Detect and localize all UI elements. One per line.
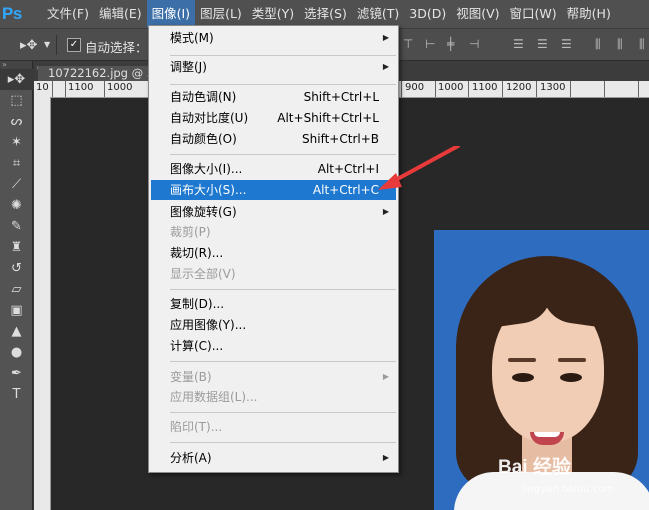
magic-wand-icon[interactable]: ✶	[0, 132, 33, 153]
tool-preset-dropdown-icon[interactable]: ▼	[44, 40, 50, 49]
auto-select-checkbox[interactable]: ✓	[67, 38, 81, 52]
menu-item-auto-contrast[interactable]: 自动对比度(U) Alt+Shift+Ctrl+L	[151, 108, 396, 128]
menu-item-mode[interactable]: 模式(M) ▶	[151, 28, 396, 48]
ruler-label: 1000	[107, 82, 133, 93]
vertical-ruler	[34, 97, 51, 510]
menu-item-analysis[interactable]: 分析(A) ▶	[151, 448, 396, 468]
menu-item-apply-image[interactable]: 应用图像(Y)...	[151, 315, 396, 335]
ruler-label: 900	[405, 82, 425, 93]
dodge-tool-icon[interactable]: ●	[0, 342, 33, 363]
menu-view[interactable]: 视图(V)	[451, 0, 504, 28]
distribute-bottom-icon[interactable]: ☰	[561, 37, 575, 51]
menu-layer[interactable]: 图层(L)	[195, 0, 247, 28]
photo-eye-left	[512, 373, 534, 382]
photo-eye-right	[560, 373, 582, 382]
options-divider	[56, 35, 57, 55]
menu-window[interactable]: 窗口(W)	[505, 0, 562, 28]
lasso-tool-icon[interactable]: ᔕ	[0, 111, 33, 132]
distribute-top-icon[interactable]: ☰	[513, 37, 527, 51]
tools-panel: » ▸✥ ⬚ ᔕ ✶ ⌗ ⟋ ✺ ✎ ♜ ↺ ▱ ▣ ▲ ● ✒ T	[0, 61, 33, 510]
menu-divider	[170, 412, 396, 413]
clone-stamp-icon[interactable]: ♜	[0, 237, 33, 258]
baidu-watermark-url: jingyan.baidu.com	[522, 484, 615, 495]
menu-divider	[170, 361, 396, 362]
menu-select[interactable]: 选择(S)	[299, 0, 352, 28]
baidu-watermark: Bai 经验	[498, 457, 571, 478]
ruler-label: 10	[36, 82, 49, 93]
auto-select-label: 自动选择：	[85, 40, 148, 55]
menu-item-canvas-size[interactable]: 画布大小(S)... Alt+Ctrl+C	[151, 180, 396, 200]
type-tool-icon[interactable]: T	[0, 384, 33, 405]
menu-filter[interactable]: 滤镜(T)	[352, 0, 404, 28]
photo-brow-left	[508, 358, 536, 362]
menu-divider	[170, 84, 396, 85]
image-menu-dropdown: 模式(M) ▶ 调整(J) ▶ 自动色调(N) Shift+Ctrl+L 自动对…	[148, 25, 399, 473]
submenu-arrow-icon: ▶	[382, 207, 389, 216]
menu-divider	[170, 289, 396, 290]
menu-item-calculations[interactable]: 计算(C)...	[151, 336, 396, 356]
history-brush-icon[interactable]: ↺	[0, 258, 33, 279]
submenu-arrow-icon: ▶	[382, 453, 389, 462]
marquee-tool-icon[interactable]: ⬚	[0, 90, 33, 111]
menu-item-image-rotation[interactable]: 图像旋转(G) ▶	[151, 202, 396, 222]
menu-bar: Ps 文件(F) 编辑(E) 图像(I) 图层(L) 类型(Y) 选择(S) 滤…	[0, 0, 649, 28]
align-top-icon[interactable]: ⊤	[403, 37, 417, 51]
distribute-left-icon[interactable]: ⫼	[595, 37, 609, 51]
menu-item-trap: 陷印(T)...	[170, 420, 223, 434]
menu-help[interactable]: 帮助(H)	[562, 0, 616, 28]
photo-brow-right	[558, 358, 586, 362]
blur-tool-icon[interactable]: ▲	[0, 321, 33, 342]
document-tab[interactable]: 10722162.jpg @ 3	[38, 66, 160, 81]
move-tool-icon[interactable]: ▸✥	[0, 69, 33, 90]
ruler-label: 1300	[540, 82, 566, 93]
submenu-arrow-icon: ▶	[382, 372, 389, 381]
menu-image[interactable]: 图像(I)	[146, 0, 196, 28]
ruler-label: 1200	[506, 82, 532, 93]
menu-file[interactable]: 文件(F)	[42, 0, 94, 28]
menu-item-auto-color[interactable]: 自动颜色(O) Shift+Ctrl+B	[151, 129, 396, 149]
menu-item-adjustments[interactable]: 调整(J) ▶	[151, 57, 396, 77]
menu-divider	[170, 154, 396, 155]
gradient-tool-icon[interactable]: ▣	[0, 300, 33, 321]
menu-divider	[170, 55, 396, 56]
menu-item-apply-data-set: 应用数据组(L)...	[170, 390, 258, 404]
menu-item-auto-tone[interactable]: 自动色调(N) Shift+Ctrl+L	[151, 87, 396, 107]
red-annotation-arrow-icon	[378, 146, 460, 190]
eraser-icon[interactable]: ▱	[0, 279, 33, 300]
move-tool-icon[interactable]: ▸✥	[20, 38, 37, 53]
menu-item-crop: 裁剪(P)	[170, 225, 211, 239]
photo-teeth	[534, 432, 560, 437]
brush-tool-icon[interactable]: ✎	[0, 216, 33, 237]
eyedropper-icon[interactable]: ⟋	[0, 174, 33, 195]
menu-type[interactable]: 类型(Y)	[247, 0, 299, 28]
menu-item-reveal-all: 显示全部(V)	[170, 267, 236, 281]
align-left-icon[interactable]: ⊢	[425, 37, 439, 51]
menu-item-trim[interactable]: 裁切(R)...	[151, 243, 396, 263]
distribute-middle-icon[interactable]: ☰	[537, 37, 551, 51]
crop-tool-icon[interactable]: ⌗	[0, 153, 33, 174]
menu-item-image-size[interactable]: 图像大小(I)... Alt+Ctrl+I	[151, 159, 396, 179]
healing-brush-icon[interactable]: ✺	[0, 195, 33, 216]
panel-grip-icon[interactable]: »	[0, 61, 32, 69]
ruler-label: 1000	[438, 82, 464, 93]
pen-tool-icon[interactable]: ✒	[0, 363, 33, 384]
ruler-label: 1100	[472, 82, 498, 93]
align-right-icon[interactable]: ⊣	[469, 37, 483, 51]
menu-item-variables: 变量(B) ▶	[151, 367, 396, 387]
align-center-icon[interactable]: ╪	[447, 37, 461, 51]
submenu-arrow-icon: ▶	[382, 33, 389, 42]
menu-item-duplicate[interactable]: 复制(D)...	[151, 294, 396, 314]
menu-edit[interactable]: 编辑(E)	[94, 0, 147, 28]
menu-divider	[170, 442, 396, 443]
distribute-center-icon[interactable]: ⫼	[617, 37, 631, 51]
ruler-label: 1100	[68, 82, 94, 93]
distribute-right-icon[interactable]: ⫼	[639, 37, 649, 51]
photoshop-logo: Ps	[2, 4, 22, 23]
menu-3d[interactable]: 3D(D)	[404, 0, 451, 28]
submenu-arrow-icon: ▶	[382, 62, 389, 71]
